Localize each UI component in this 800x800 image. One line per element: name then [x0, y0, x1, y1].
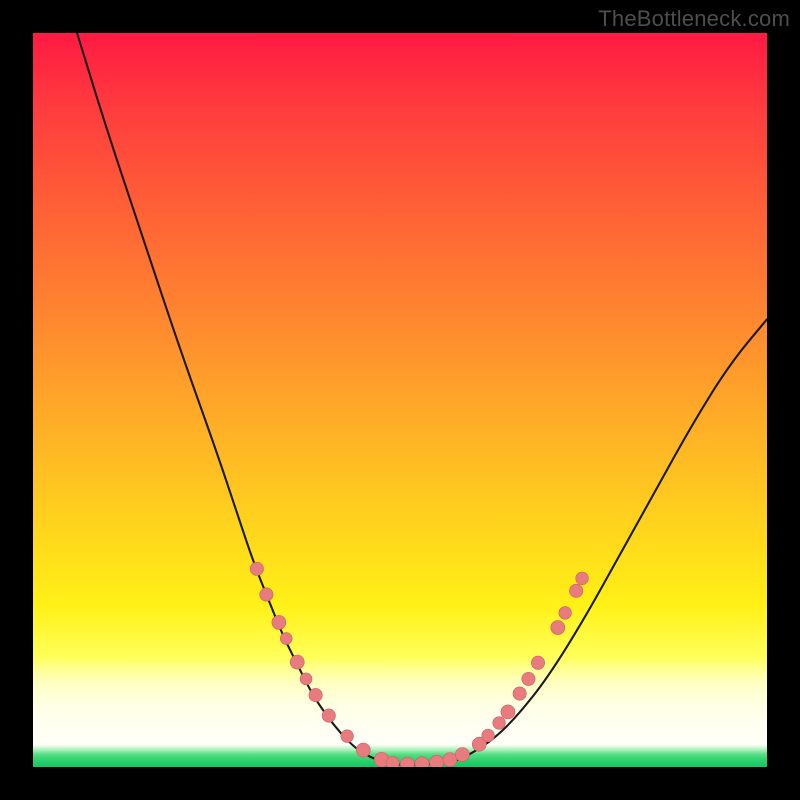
bottleneck-curve-path — [77, 33, 767, 765]
outer-frame: TheBottleneck.com — [0, 0, 800, 800]
bottleneck-curve — [77, 33, 767, 765]
marker-dots — [250, 562, 588, 767]
marker-dot — [260, 588, 273, 601]
marker-dot — [400, 757, 414, 767]
marker-dot — [493, 717, 506, 730]
marker-dot — [455, 747, 469, 761]
marker-dot — [551, 621, 565, 635]
marker-dot — [531, 656, 544, 669]
marker-dot — [300, 673, 312, 685]
marker-dot — [386, 756, 399, 767]
marker-dot — [501, 705, 515, 719]
marker-dot — [569, 584, 582, 597]
marker-dot — [341, 730, 354, 743]
marker-dot — [482, 729, 495, 742]
marker-dot — [576, 572, 589, 585]
curve-layer — [33, 33, 767, 767]
marker-dot — [272, 615, 286, 629]
marker-dot — [280, 633, 292, 645]
watermark-text: TheBottleneck.com — [598, 6, 790, 32]
marker-dot — [415, 757, 429, 767]
marker-dot — [322, 709, 335, 722]
marker-dot — [430, 755, 444, 767]
marker-dot — [513, 687, 526, 700]
marker-dot — [290, 655, 304, 669]
marker-dot — [443, 753, 457, 767]
marker-dot — [250, 562, 263, 575]
marker-dot — [356, 743, 370, 757]
marker-dot — [522, 672, 535, 685]
plot-area — [33, 33, 767, 767]
marker-dot — [559, 607, 572, 620]
marker-dot — [309, 688, 322, 701]
